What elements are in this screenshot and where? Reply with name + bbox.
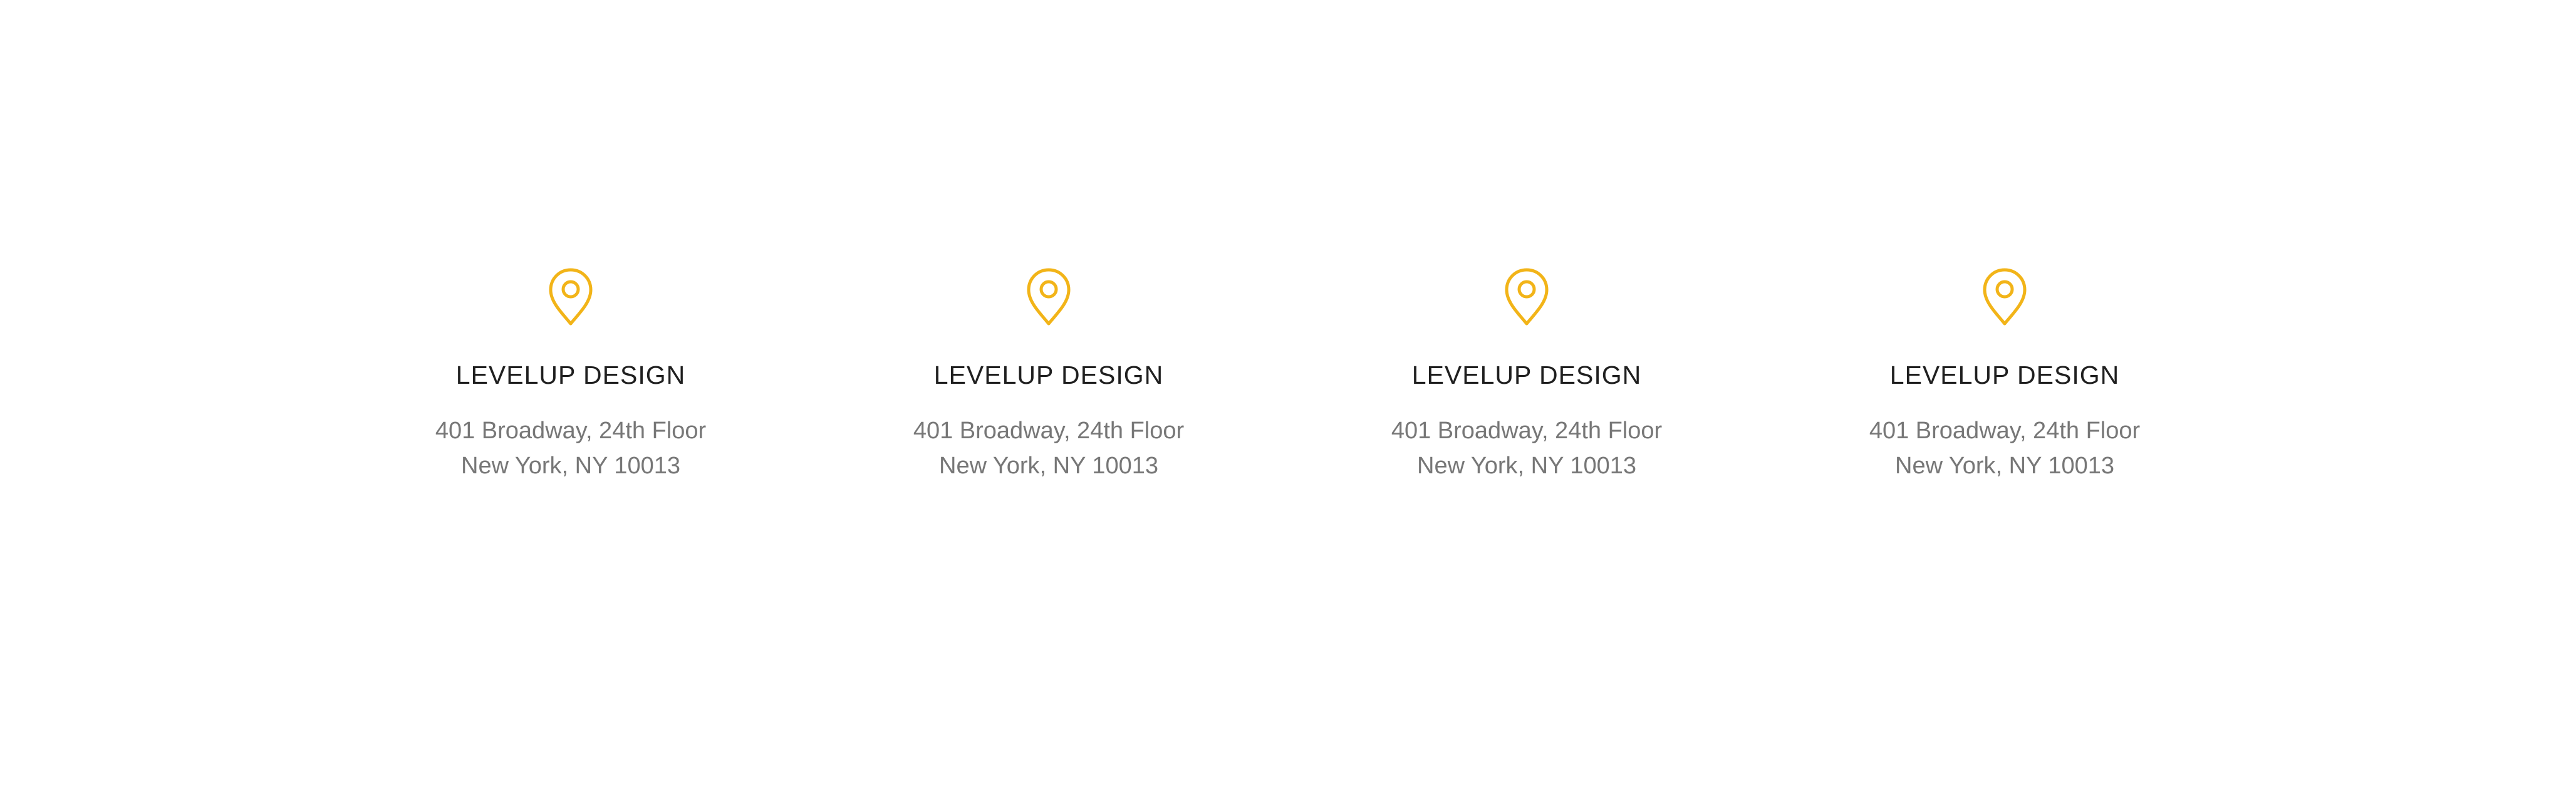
location-title: LEVELUP DESIGN bbox=[1889, 361, 2120, 389]
map-pin-icon bbox=[1026, 267, 1072, 326]
location-card: LEVELUP DESIGN 401 Broadway, 24th Floor … bbox=[383, 267, 759, 483]
address-line-1: 401 Broadway, 24th Floor bbox=[435, 418, 707, 444]
address-line-1: 401 Broadway, 24th Floor bbox=[1391, 418, 1663, 444]
map-pin-icon bbox=[548, 267, 594, 326]
address-line-2: New York, NY 10013 bbox=[1895, 453, 2114, 479]
address-line-2: New York, NY 10013 bbox=[939, 453, 1158, 479]
location-address: 401 Broadway, 24th Floor New York, NY 10… bbox=[383, 413, 759, 483]
location-title: LEVELUP DESIGN bbox=[1411, 361, 1642, 389]
map-pin-icon bbox=[1504, 267, 1550, 326]
location-title: LEVELUP DESIGN bbox=[933, 361, 1164, 389]
location-card: LEVELUP DESIGN 401 Broadway, 24th Floor … bbox=[1339, 267, 1715, 483]
location-address: 401 Broadway, 24th Floor New York, NY 10… bbox=[1817, 413, 2193, 483]
location-card: LEVELUP DESIGN 401 Broadway, 24th Floor … bbox=[861, 267, 1237, 483]
location-title: LEVELUP DESIGN bbox=[455, 361, 686, 389]
location-card: LEVELUP DESIGN 401 Broadway, 24th Floor … bbox=[1817, 267, 2193, 483]
map-pin-icon bbox=[1981, 267, 2028, 326]
address-line-2: New York, NY 10013 bbox=[461, 453, 680, 479]
location-address: 401 Broadway, 24th Floor New York, NY 10… bbox=[1339, 413, 1715, 483]
address-line-1: 401 Broadway, 24th Floor bbox=[1869, 418, 2141, 444]
location-address: 401 Broadway, 24th Floor New York, NY 10… bbox=[861, 413, 1237, 483]
address-line-2: New York, NY 10013 bbox=[1417, 453, 1636, 479]
address-line-1: 401 Broadway, 24th Floor bbox=[913, 418, 1185, 444]
locations-section: LEVELUP DESIGN 401 Broadway, 24th Floor … bbox=[0, 267, 2576, 493]
